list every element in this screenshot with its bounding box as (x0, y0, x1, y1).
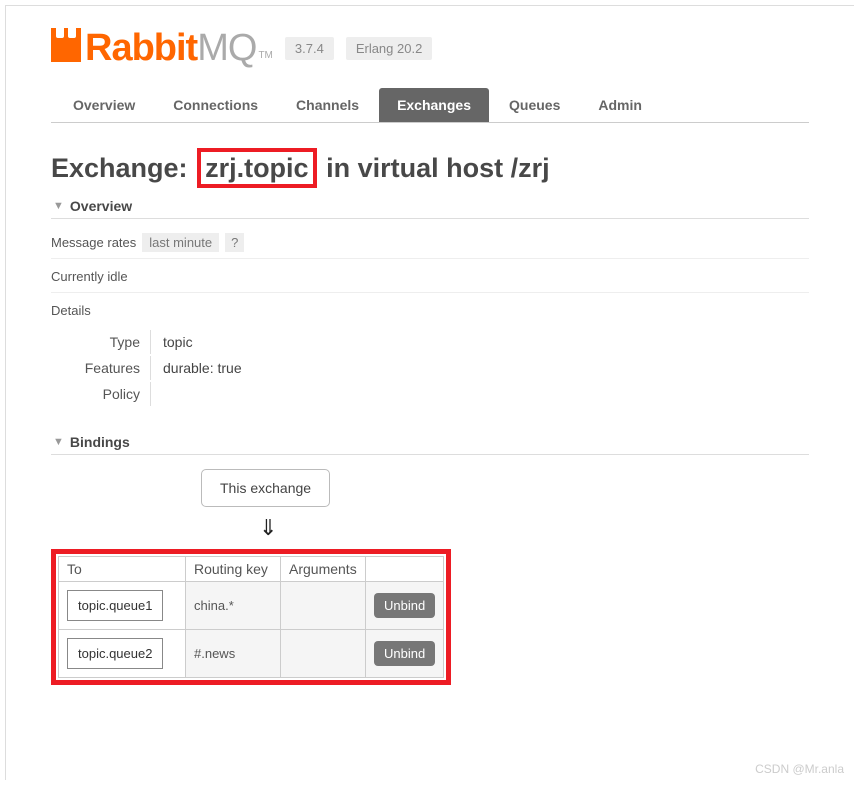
col-actions (366, 557, 444, 582)
detail-key-features: Features (71, 356, 151, 380)
tab-connections[interactable]: Connections (155, 88, 276, 122)
queue-link[interactable]: topic.queue1 (67, 590, 163, 621)
rabbitmq-icon (51, 28, 81, 62)
nav-tabs: Overview Connections Channels Exchanges … (51, 88, 809, 123)
title-mid: in virtual host (326, 153, 503, 183)
idle-status: Currently idle (51, 269, 809, 293)
queue-link[interactable]: topic.queue2 (67, 638, 163, 669)
rates-range-selector[interactable]: last minute (142, 233, 219, 252)
bindings-table: To Routing key Arguments topic.queue1 ch… (58, 556, 444, 678)
down-arrow-icon: ⇓ (259, 515, 277, 541)
section-header-bindings[interactable]: ▼ Bindings (51, 430, 809, 455)
rates-label: Message rates (51, 235, 136, 250)
detail-val-features: durable: true (153, 356, 252, 380)
detail-key-type: Type (71, 330, 151, 354)
detail-val-type: topic (153, 330, 252, 354)
routing-key-cell: #.news (186, 630, 281, 678)
arguments-cell (281, 582, 366, 630)
unbind-button[interactable]: Unbind (374, 593, 435, 618)
bindings-table-highlight: To Routing key Arguments topic.queue1 ch… (51, 549, 451, 685)
help-icon[interactable]: ? (225, 233, 244, 252)
header: Rabbit MQ TM 3.7.4 Erlang 20.2 (51, 26, 809, 70)
table-row: topic.queue2 #.news Unbind (59, 630, 444, 678)
arguments-cell (281, 630, 366, 678)
routing-key-cell: china.* (186, 582, 281, 630)
page-title: Exchange: zrj.topic in virtual host /zrj (51, 148, 809, 188)
tab-channels[interactable]: Channels (278, 88, 377, 122)
vhost-name: /zrj (511, 153, 550, 183)
tab-exchanges[interactable]: Exchanges (379, 88, 489, 122)
detail-key-policy: Policy (71, 382, 151, 406)
this-exchange-box: This exchange (201, 469, 330, 507)
section-label-bindings: Bindings (70, 434, 130, 450)
unbind-button[interactable]: Unbind (374, 641, 435, 666)
col-to: To (59, 557, 186, 582)
tab-admin[interactable]: Admin (580, 88, 660, 122)
bindings-diagram: This exchange ⇓ To Routing key Arguments… (51, 469, 809, 685)
tab-queues[interactable]: Queues (491, 88, 578, 122)
logo-tm: TM (258, 50, 272, 61)
message-rates-row: Message rates last minute ? (51, 233, 809, 259)
detail-val-policy (153, 382, 252, 406)
tab-overview[interactable]: Overview (55, 88, 153, 122)
exchange-name-highlight: zrj.topic (197, 148, 317, 188)
title-prefix: Exchange: (51, 153, 188, 183)
table-row: topic.queue1 china.* Unbind (59, 582, 444, 630)
version-badge-erlang: Erlang 20.2 (346, 37, 433, 60)
section-header-overview[interactable]: ▼ Overview (51, 194, 809, 219)
table-header-row: To Routing key Arguments (59, 557, 444, 582)
details-table: Type topic Features durable: true Policy (69, 328, 254, 408)
logo-text-mq: MQ (197, 27, 256, 70)
col-routing-key: Routing key (186, 557, 281, 582)
logo-text-rabbit: Rabbit (85, 27, 197, 70)
section-label-overview: Overview (70, 198, 132, 214)
chevron-down-icon: ▼ (53, 200, 64, 212)
version-badge-rabbitmq: 3.7.4 (285, 37, 334, 60)
logo: Rabbit MQ TM (51, 26, 273, 70)
col-arguments: Arguments (281, 557, 366, 582)
chevron-down-icon: ▼ (53, 436, 64, 448)
watermark: CSDN @Mr.anla (755, 762, 844, 776)
details-label: Details (51, 303, 809, 318)
